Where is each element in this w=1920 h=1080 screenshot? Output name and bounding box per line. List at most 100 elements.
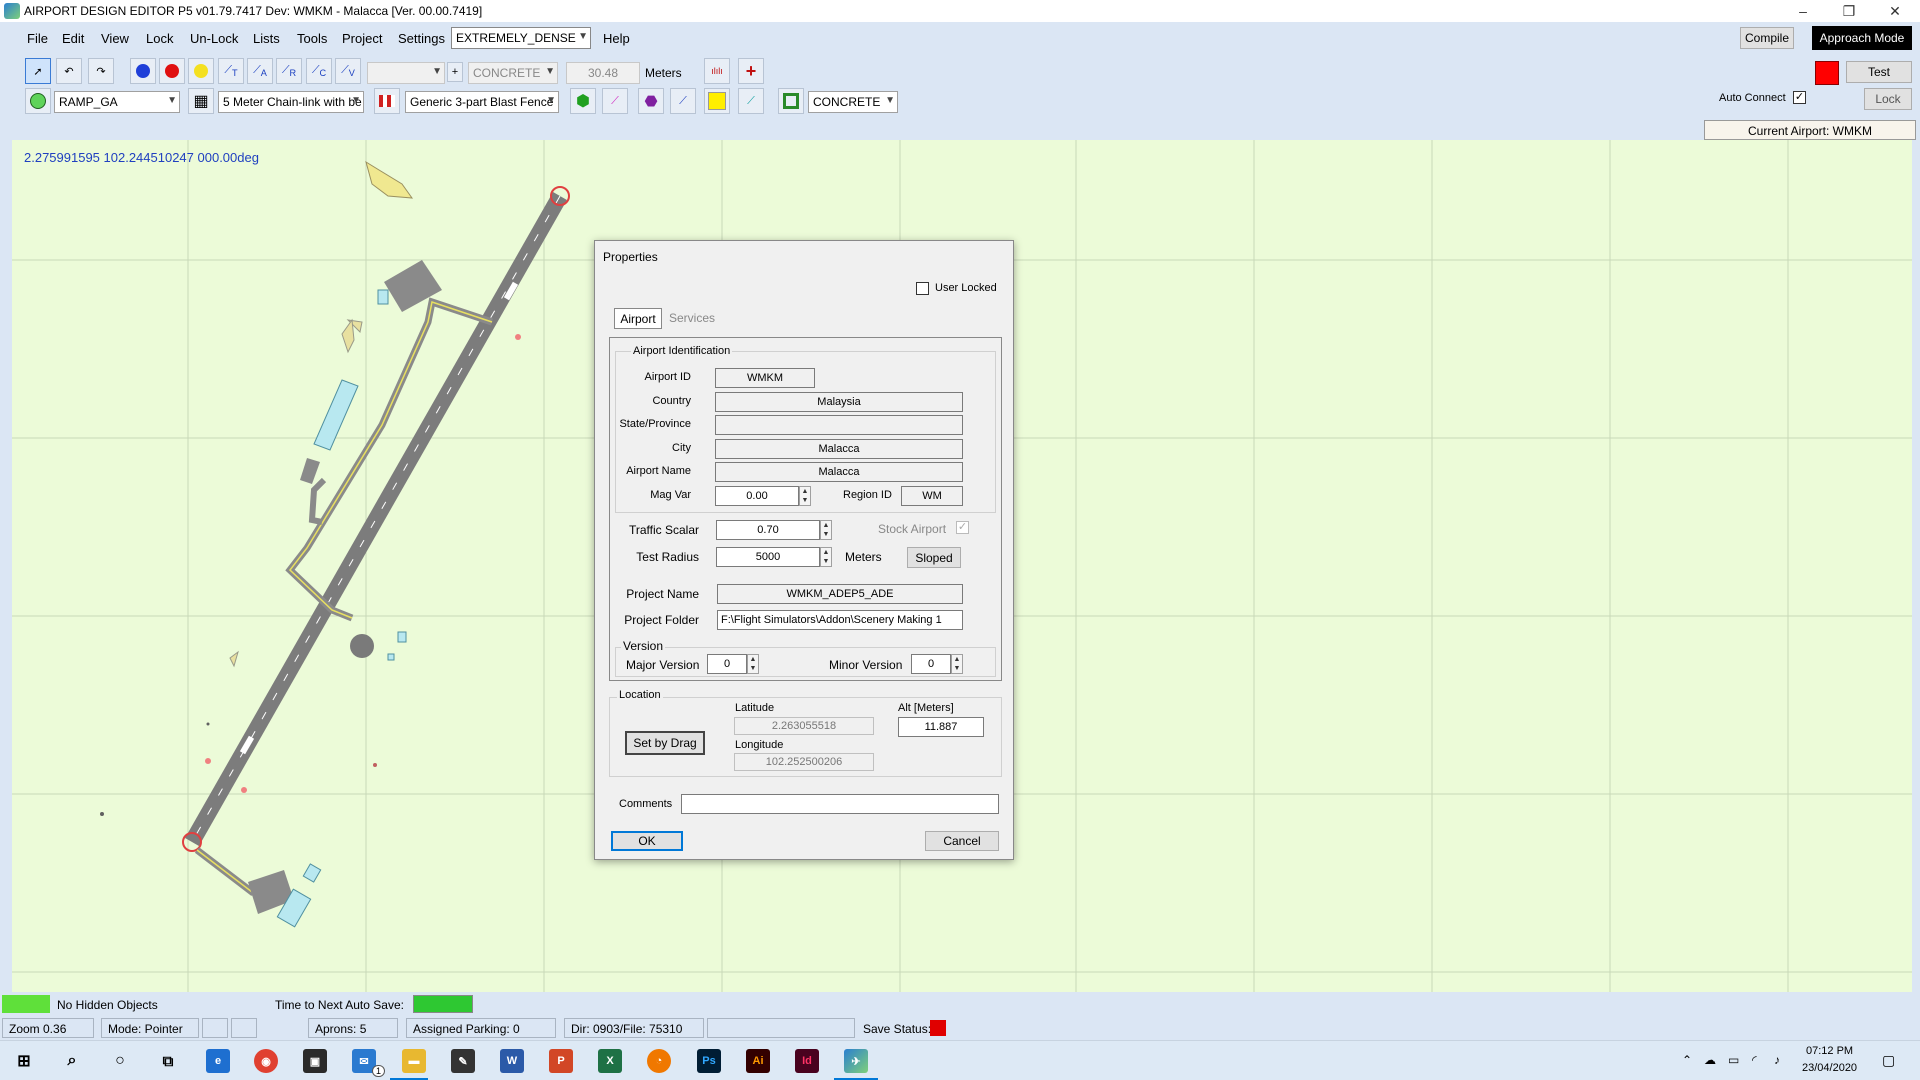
redo-button[interactable]: ↷ — [88, 58, 114, 84]
wifi-icon[interactable]: ◜ — [1752, 1053, 1757, 1067]
apron-path-tool-button[interactable]: ⟋A — [247, 58, 273, 84]
altitude-field[interactable]: 11.887 — [898, 717, 984, 737]
search-icon[interactable]: ⌕ — [60, 1049, 84, 1073]
major-version-spinner[interactable]: ▲ ▼ — [747, 654, 759, 674]
pointer-tool-button[interactable]: ➚ — [25, 58, 51, 84]
undo-button[interactable]: ↶ — [56, 58, 82, 84]
apron-tool-button[interactable] — [778, 88, 804, 114]
closed-path-tool-button[interactable]: ⟋C — [306, 58, 332, 84]
powerpoint-icon[interactable]: P — [549, 1049, 573, 1073]
indesign-icon[interactable]: Id — [795, 1049, 819, 1073]
region-field[interactable]: WM — [901, 486, 963, 506]
task-view-icon[interactable]: ⧉ — [156, 1049, 180, 1073]
fence-select[interactable]: 5 Meter Chain-link with be ▼ — [218, 91, 364, 113]
building[interactable] — [387, 653, 395, 661]
airport-name-field[interactable]: Malacca — [715, 462, 963, 482]
maximize-button[interactable]: ❐ — [1826, 0, 1872, 22]
ramp-select[interactable]: RAMP_GA ▼ — [54, 91, 180, 113]
test-button[interactable]: Test — [1846, 61, 1912, 83]
approach-mode-button[interactable]: Approach Mode — [1812, 26, 1912, 50]
country-field[interactable]: Malaysia — [715, 392, 963, 412]
user-locked-checkbox[interactable] — [916, 282, 929, 295]
notes-icon[interactable]: ✎ — [451, 1049, 475, 1073]
magvar-field[interactable]: 0.00 — [715, 486, 799, 506]
traffic-scalar-spinner[interactable]: ▲ ▼ — [820, 520, 832, 540]
light-marker[interactable] — [373, 763, 377, 767]
airport-id-field[interactable]: WMKM — [715, 368, 815, 388]
sloped-button[interactable]: Sloped — [907, 547, 961, 568]
edge-icon[interactable]: e — [206, 1049, 230, 1073]
building[interactable] — [377, 289, 389, 305]
file-explorer-icon[interactable]: ▬ — [402, 1049, 426, 1073]
tab-airport[interactable]: Airport — [614, 308, 662, 329]
taxiway[interactable] — [308, 477, 327, 525]
minor-version-field[interactable]: 0 — [911, 654, 951, 674]
onedrive-icon[interactable]: ☁ — [1704, 1053, 1716, 1067]
clock-tool-button[interactable] — [25, 88, 51, 114]
fence-tool-button[interactable]: ▦ — [188, 88, 214, 114]
wand-tool-button[interactable]: ⟋ — [602, 88, 628, 114]
building[interactable] — [365, 160, 414, 199]
red-node-button[interactable] — [159, 58, 185, 84]
clock-date[interactable]: 23/04/2020 — [1802, 1062, 1857, 1074]
lock-button[interactable]: Lock — [1864, 88, 1912, 110]
line-tool-button[interactable]: ⟋ — [738, 88, 764, 114]
light-marker[interactable] — [241, 787, 247, 793]
ok-button[interactable]: OK — [611, 831, 683, 851]
battery-icon[interactable]: ▭ — [1728, 1053, 1739, 1067]
cancel-button[interactable]: Cancel — [925, 831, 999, 851]
clock-time[interactable]: 07:12 PM — [1806, 1045, 1853, 1057]
blast-fence-tool-button[interactable] — [374, 88, 400, 114]
color-fill-button[interactable] — [704, 88, 730, 114]
set-by-drag-button[interactable]: Set by Drag — [625, 731, 705, 755]
menu-lists[interactable]: Lists — [253, 31, 280, 46]
project-folder-field[interactable]: F:\Flight Simulators\Addon\Scenery Makin… — [717, 610, 963, 630]
apron[interactable] — [350, 634, 374, 658]
project-name-field[interactable]: WMKM_ADEP5_ADE — [717, 584, 963, 604]
chrome-icon[interactable]: ◉ — [254, 1049, 278, 1073]
glideslope-tool-button[interactable]: ⟋ — [670, 88, 696, 114]
menu-file[interactable]: File — [27, 31, 48, 46]
building[interactable] — [229, 650, 239, 668]
blender-icon[interactable]: ◔ — [647, 1049, 671, 1073]
store-icon[interactable]: ▣ — [303, 1049, 327, 1073]
comments-field[interactable] — [681, 794, 999, 814]
compile-button[interactable]: Compile — [1740, 27, 1794, 49]
taxiway[interactable] — [285, 297, 494, 622]
illustrator-icon[interactable]: Ai — [746, 1049, 770, 1073]
volume-icon[interactable]: ♪ — [1774, 1053, 1780, 1067]
tab-services[interactable]: Services — [665, 308, 719, 329]
object-marker[interactable] — [206, 722, 210, 726]
surface-select[interactable]: CONCRETE ▼ — [468, 62, 558, 84]
apron-surface-select[interactable]: CONCRETE ▼ — [808, 91, 898, 113]
building[interactable] — [341, 318, 355, 354]
path-type-select[interactable]: ▼ — [367, 62, 445, 84]
auto-connect-checkbox[interactable]: ✓ — [1793, 91, 1806, 104]
menu-lock[interactable]: Lock — [146, 31, 173, 46]
apron[interactable] — [300, 458, 320, 484]
terminal-building[interactable] — [313, 379, 359, 451]
object-marker[interactable] — [100, 812, 104, 816]
object-tool-button[interactable]: ⬣ — [638, 88, 664, 114]
menu-settings[interactable]: Settings — [398, 31, 445, 46]
major-version-field[interactable]: 0 — [707, 654, 747, 674]
menu-tools[interactable]: Tools — [297, 31, 327, 46]
menu-help[interactable]: Help — [603, 31, 630, 46]
menu-unlock[interactable]: Un-Lock — [190, 31, 238, 46]
word-icon[interactable]: W — [500, 1049, 524, 1073]
add-path-type-button[interactable]: + — [447, 62, 463, 82]
light-marker[interactable] — [205, 758, 211, 764]
excel-icon[interactable]: X — [598, 1049, 622, 1073]
menu-view[interactable]: View — [101, 31, 129, 46]
blast-fence-select[interactable]: Generic 3-part Blast Fence ▼ — [405, 91, 559, 113]
notifications-icon[interactable]: ▢ — [1882, 1052, 1895, 1069]
chevron-up-icon[interactable]: ⌃ — [1682, 1053, 1692, 1067]
minimize-button[interactable]: – — [1780, 0, 1826, 22]
density-select[interactable]: EXTREMELY_DENSE ▼ — [451, 27, 591, 49]
menu-project[interactable]: Project — [342, 31, 382, 46]
blue-node-button[interactable] — [130, 58, 156, 84]
minor-version-spinner[interactable]: ▲ ▼ — [951, 654, 963, 674]
vehicle-path-tool-button[interactable]: ⟋V — [335, 58, 361, 84]
test-radius-spinner[interactable]: ▲ ▼ — [820, 547, 832, 567]
city-field[interactable]: Malacca — [715, 439, 963, 459]
